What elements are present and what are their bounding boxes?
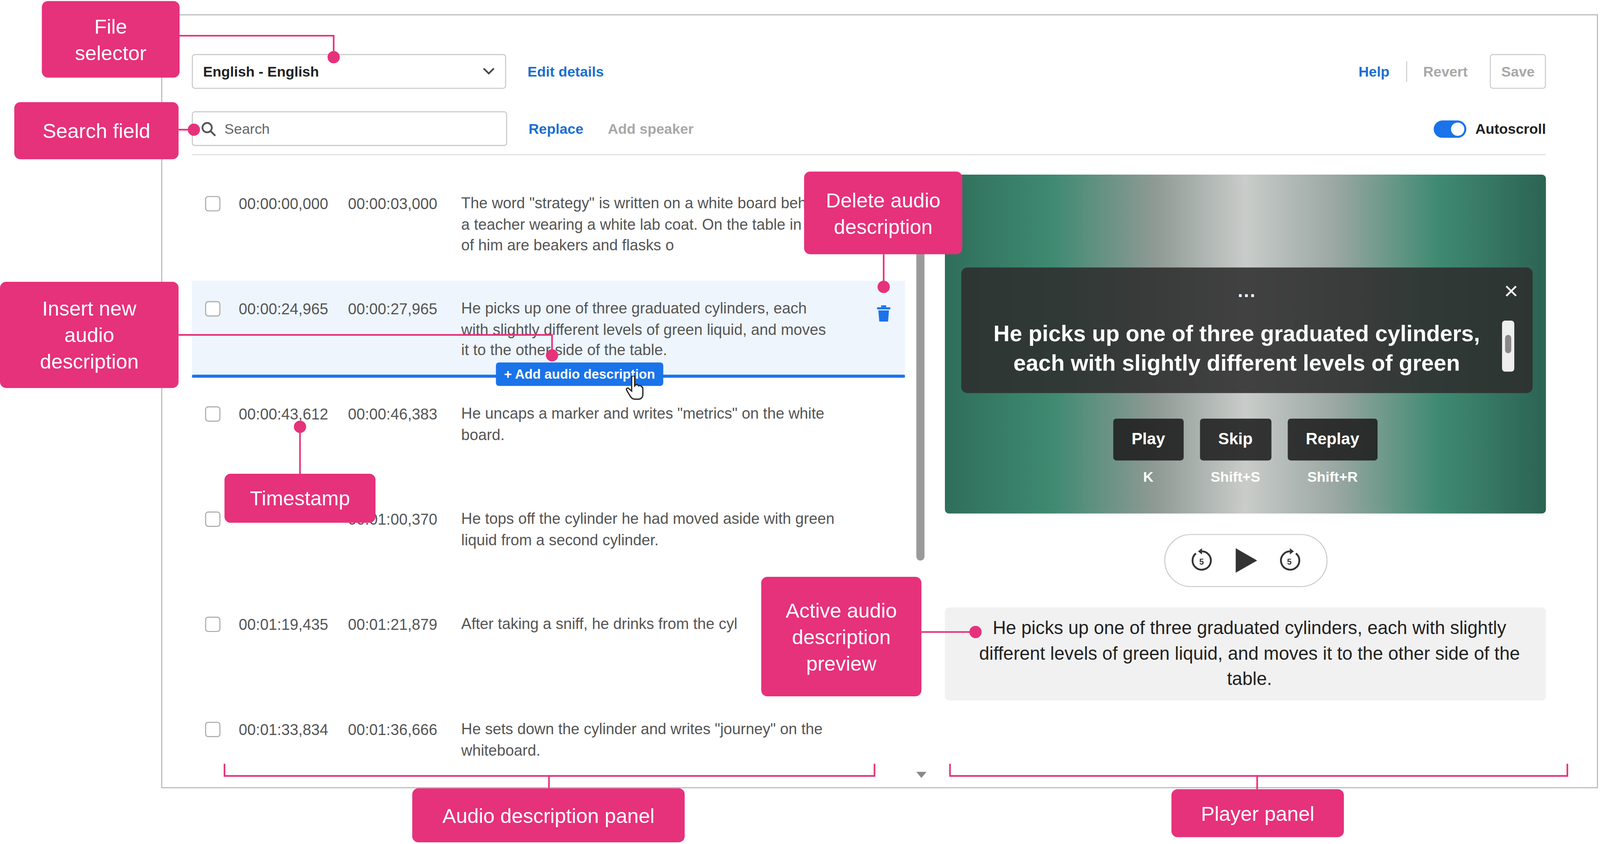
row-checkbox[interactable] <box>205 301 221 317</box>
play-icon[interactable] <box>1233 547 1258 574</box>
caption-scrollbar <box>1502 320 1515 372</box>
add-audio-description-button[interactable]: + Add audio description <box>495 362 664 386</box>
video-frame: ...× He picks up one of three graduated c… <box>944 174 1546 514</box>
player-button-group: Skip Shift+S <box>1199 418 1271 485</box>
start-timestamp[interactable]: 00:01:33,834 <box>238 718 349 740</box>
rewind-5-icon[interactable]: 5 <box>1188 547 1215 574</box>
caption-text: He picks up one of three graduated cylin… <box>981 318 1492 377</box>
revert-button[interactable]: Revert <box>1422 63 1468 80</box>
playback-controls: 55 <box>1163 533 1328 587</box>
file-selector-value: English - English <box>203 63 320 80</box>
caption-box: ...× He picks up one of three graduated c… <box>961 267 1533 393</box>
start-timestamp[interactable]: 00:01:19,435 <box>238 613 349 635</box>
caption-scroll-thumb <box>1504 334 1512 354</box>
callout-label: File selector <box>41 0 180 78</box>
seconds-label: 5 <box>1287 556 1292 566</box>
description-text[interactable]: He picks up one of three graduated cylin… <box>461 298 837 361</box>
player-button-group: Replay Shift+R <box>1287 418 1378 485</box>
player-buttons: Play K Skip Shift+S Replay Shift+R <box>944 418 1546 485</box>
description-text[interactable]: He sets down the cylinder and writes "jo… <box>461 718 837 760</box>
row-checkbox[interactable] <box>205 721 221 737</box>
end-timestamp[interactable]: 00:00:03,000 <box>347 193 461 215</box>
caption-close[interactable]: × <box>1504 277 1519 305</box>
callout-label: Timestamp <box>224 473 376 523</box>
search-input[interactable] <box>222 119 498 138</box>
forward-5-icon[interactable]: 5 <box>1276 547 1303 574</box>
player-button[interactable]: Skip <box>1199 418 1271 461</box>
replace-link[interactable]: Replace <box>528 120 584 137</box>
row-checkbox[interactable] <box>205 616 221 632</box>
row-checkbox[interactable] <box>205 511 221 527</box>
row-checkbox[interactable] <box>205 406 221 422</box>
player-button[interactable]: Play <box>1113 418 1184 461</box>
player-button-group: Play K <box>1113 418 1184 485</box>
add-speaker-link[interactable]: Add speaker <box>608 120 694 137</box>
search-field[interactable] <box>191 111 508 147</box>
chevron-down-icon <box>482 67 495 76</box>
help-link[interactable]: Help <box>1358 63 1390 80</box>
description-text[interactable]: He uncaps a marker and writes "metrics" … <box>461 403 837 445</box>
callout-label: Active audio description preview <box>761 576 922 696</box>
end-timestamp[interactable]: 00:01:21,879 <box>347 613 461 635</box>
description-row[interactable]: 00:01:33,83400:01:36,666He sets down the… <box>191 700 905 787</box>
save-button[interactable]: Save <box>1490 54 1547 90</box>
row-checkbox[interactable] <box>205 195 221 212</box>
autoscroll-label: Autoscroll <box>1475 120 1546 137</box>
start-timestamp[interactable]: 00:00:24,965 <box>238 298 349 320</box>
search-bar: Replace Add speaker Autoscroll <box>191 111 1546 147</box>
start-timestamp[interactable]: 00:00:43,612 <box>238 403 349 425</box>
shortcut-label: K <box>1143 468 1154 485</box>
callout-label: Insert new audio description <box>0 281 179 388</box>
description-text[interactable]: He tops off the cylinder he had moved as… <box>461 507 837 550</box>
seconds-label: 5 <box>1199 556 1204 566</box>
separator <box>1405 61 1407 82</box>
end-timestamp[interactable]: 00:00:46,383 <box>347 403 461 425</box>
autoscroll-toggle[interactable] <box>1433 119 1467 138</box>
caption-menu[interactable]: ... <box>961 281 1533 301</box>
active-description-preview: He picks up one of three graduated cylin… <box>944 607 1546 701</box>
end-timestamp[interactable]: 00:00:27,965 <box>347 298 461 320</box>
player-button[interactable]: Replay <box>1287 418 1378 461</box>
callout-label: Search field <box>14 102 179 160</box>
shortcut-label: Shift+S <box>1210 468 1261 485</box>
start-timestamp[interactable]: 00:00:00,000 <box>238 193 349 215</box>
callout-label: Audio description panel <box>412 787 685 842</box>
shortcut-label: Shift+R <box>1307 468 1358 485</box>
end-timestamp[interactable]: 00:01:36,666 <box>347 718 461 740</box>
toggle-knob <box>1450 121 1465 136</box>
description-row[interactable]: 00:00:00,00000:00:03,000The word "strate… <box>191 174 905 280</box>
callout-label: Player panel <box>1171 788 1344 837</box>
player-panel: ...× He picks up one of three graduated c… <box>944 174 1546 787</box>
edit-details-link[interactable]: Edit details <box>527 63 604 80</box>
hand-cursor-icon <box>625 375 645 400</box>
scroll-down-arrow[interactable] <box>916 771 927 778</box>
trash-icon[interactable] <box>876 305 892 322</box>
callout-label: Delete audio description <box>803 171 963 255</box>
top-bar: English - English Edit details Help Revert S… <box>191 54 1546 90</box>
file-selector[interactable]: English - English <box>191 54 506 90</box>
divider <box>191 153 1546 155</box>
search-icon <box>200 121 217 137</box>
description-text[interactable]: The word "strategy" is written on a whit… <box>461 193 837 256</box>
leader-lines <box>0 0 1600 844</box>
